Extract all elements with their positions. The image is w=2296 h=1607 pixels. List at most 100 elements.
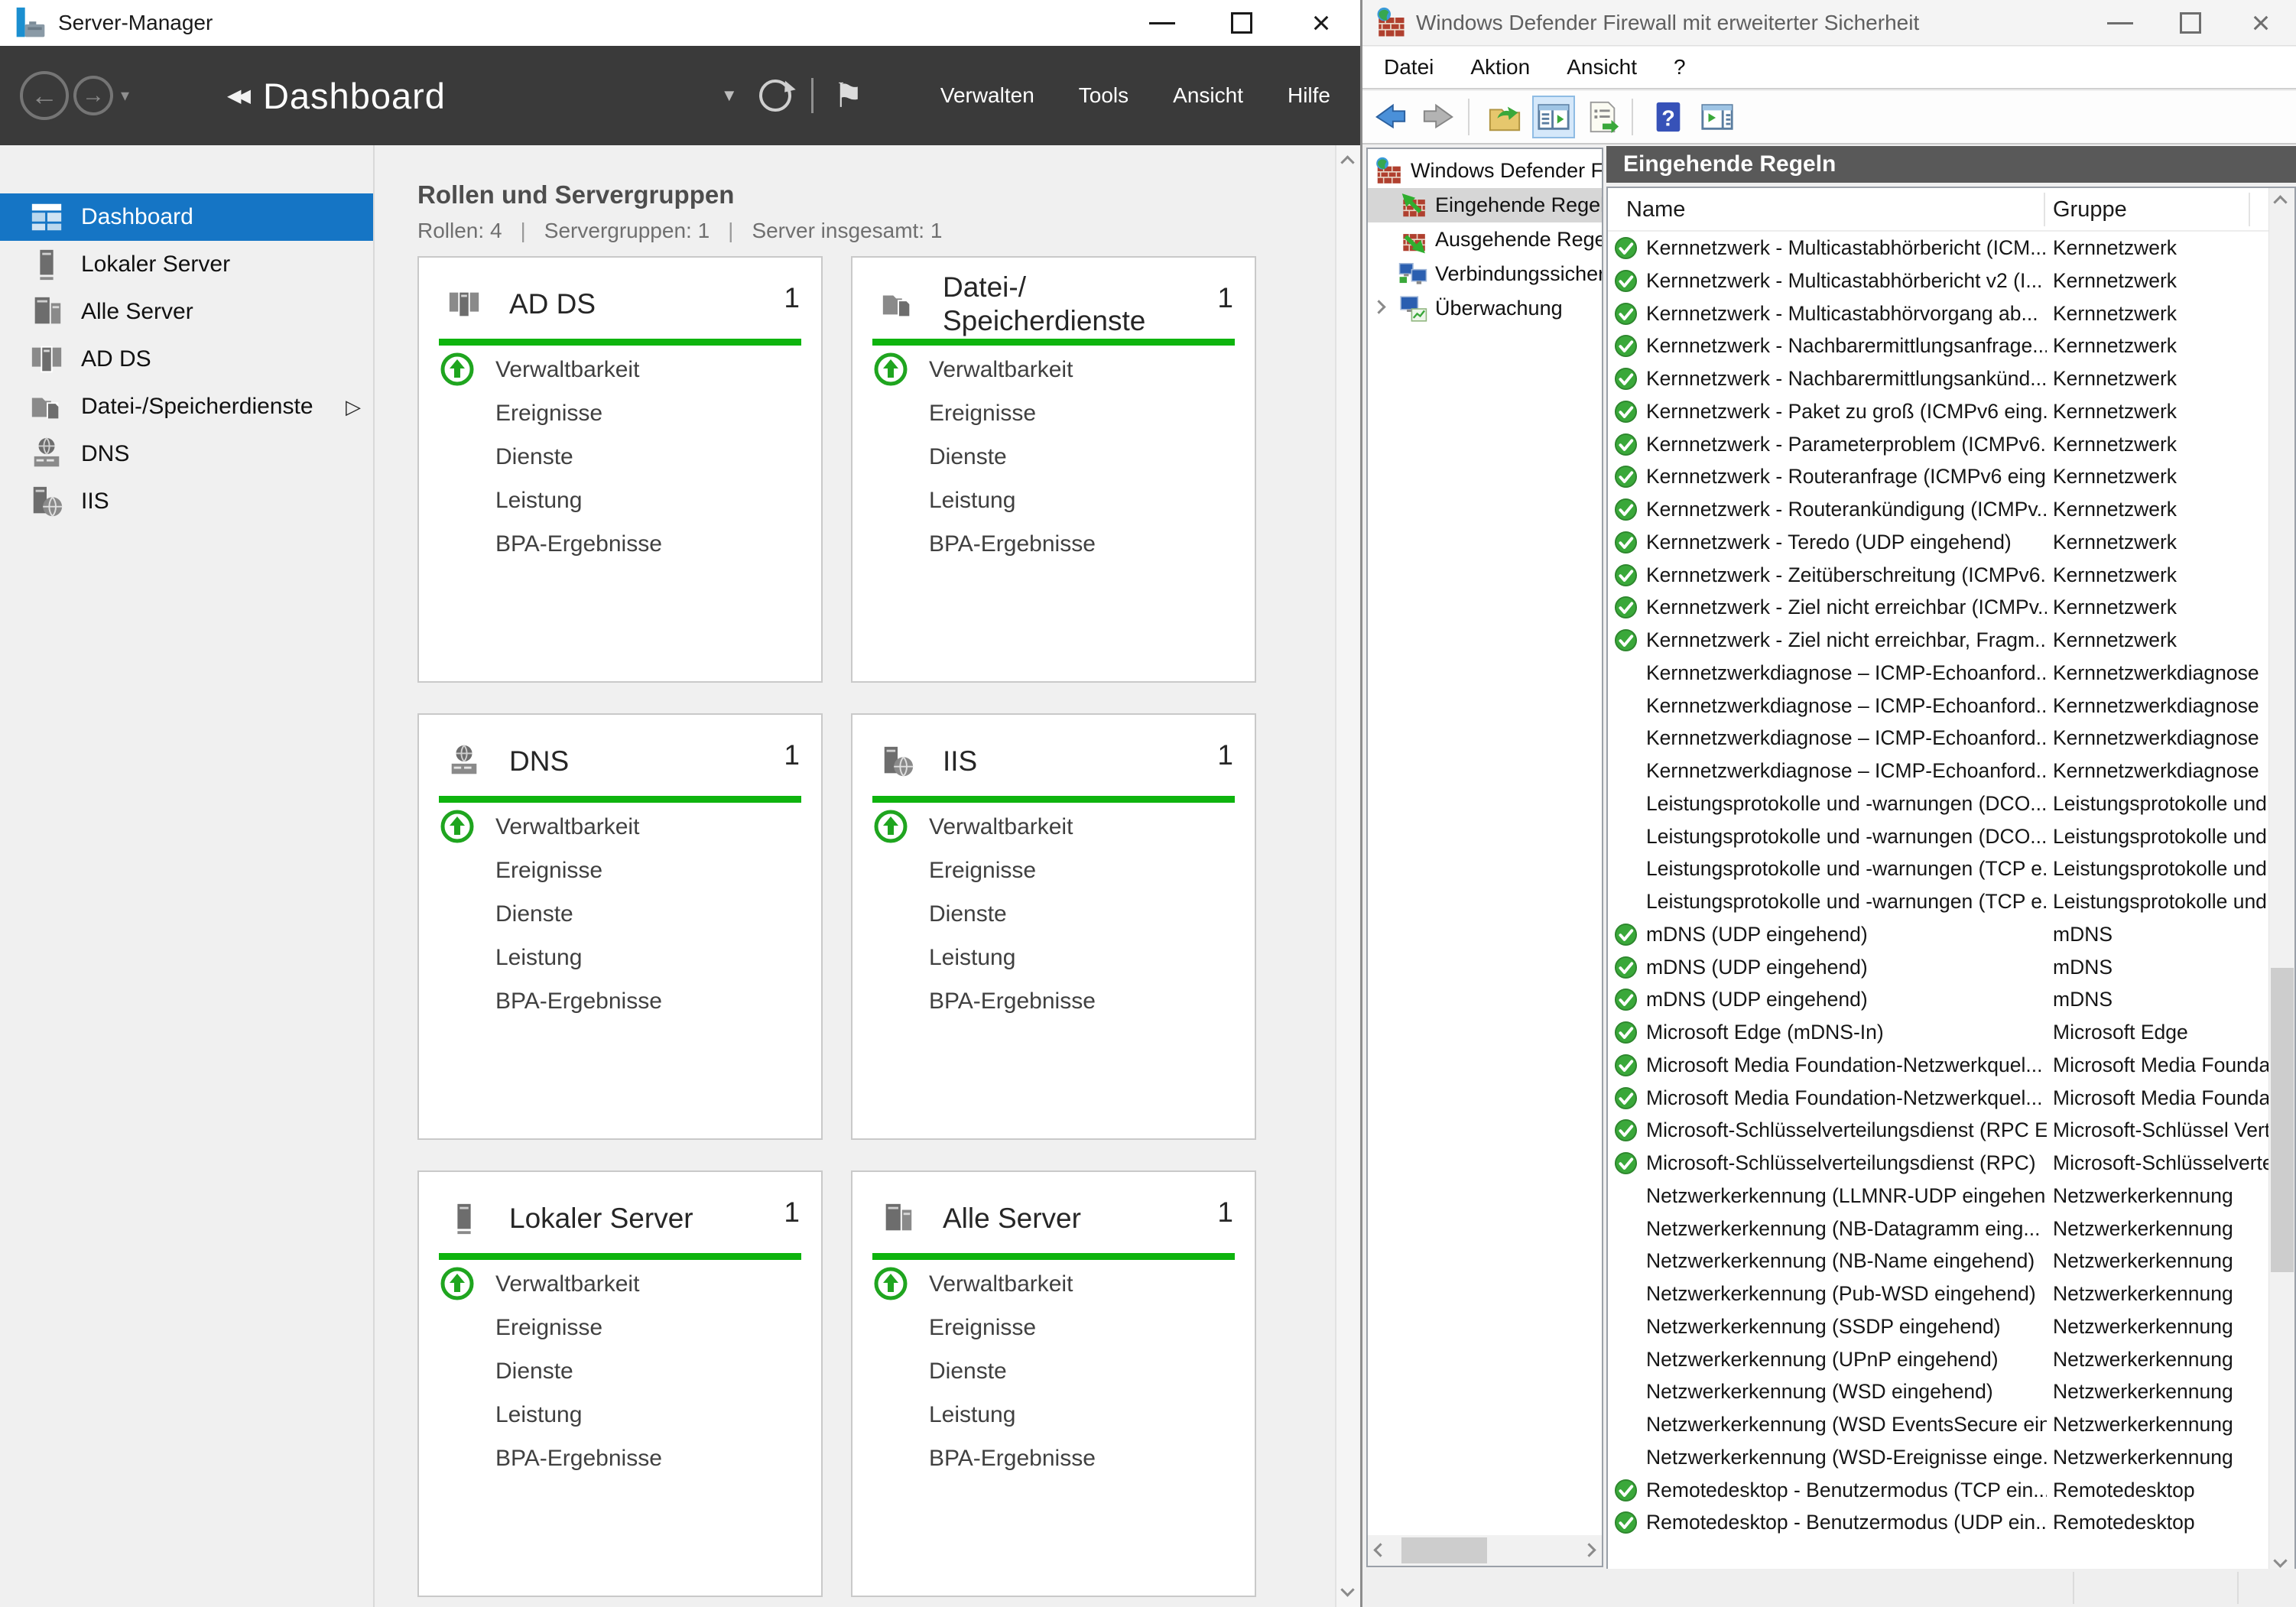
maximize-icon[interactable] [1202,0,1281,46]
rule-row[interactable]: Leistungsprotokolle und -warnungen (DCO.… [1608,820,2268,853]
maximize-icon[interactable] [2155,0,2226,46]
toolbar-forward-button[interactable] [1418,96,1460,138]
scroll-down-icon[interactable] [2273,1553,2287,1567]
notifications-flag-icon[interactable]: ⚑ [833,76,863,115]
sidebar-item-dashboard[interactable]: Dashboard [0,193,373,241]
scroll-up-icon[interactable] [1340,155,1354,169]
tile-link-ereignisse[interactable]: Ereignisse [419,849,821,892]
tree-node-überwachung[interactable]: Überwachung [1368,291,1602,326]
toolbar-help-button[interactable]: ? [1647,96,1690,138]
scroll-right-icon[interactable] [1582,1543,1596,1557]
tile-link-dienste[interactable]: Dienste [852,1349,1255,1393]
back-button[interactable]: ← [20,71,69,120]
rule-row[interactable]: Leistungsprotokolle und -warnungen (TCP … [1608,885,2268,918]
tile-link-bpa-ergebnisse[interactable]: BPA-Ergebnisse [419,979,821,1023]
sidebar-item-iis[interactable]: IIS [0,478,373,525]
refresh-icon[interactable] [759,80,791,112]
column-divider[interactable] [2044,193,2045,226]
rule-row[interactable]: Remotedesktop - Benutzermodus (UDP ein..… [1608,1506,2268,1539]
tile-link-bpa-ergebnisse[interactable]: BPA-Ergebnisse [419,522,821,566]
rule-row[interactable]: Microsoft Edge (mDNS-In)Microsoft Edge [1608,1016,2268,1049]
rule-row[interactable]: Kernnetzwerkdiagnose – ICMP-Echoanford..… [1608,722,2268,755]
tree-node-verbindungssicherheitsregeln[interactable]: Verbindungssicherheitsregeln [1368,257,1602,291]
rule-row[interactable]: Leistungsprotokolle und -warnungen (TCP … [1608,852,2268,885]
sidebar-item-lokaler-server[interactable]: Lokaler Server [0,241,373,288]
rule-row[interactable]: Netzwerkerkennung (NB-Name eingehend)Net… [1608,1245,2268,1277]
rule-row[interactable]: Leistungsprotokolle und -warnungen (DCO.… [1608,787,2268,820]
tile-link-leistung[interactable]: Leistung [852,479,1255,522]
toolbar-console-tree-button[interactable] [1532,96,1575,138]
menu-datei[interactable]: Datei [1362,55,1452,80]
menu-ansicht[interactable]: Ansicht [1173,83,1243,108]
scrollbar-thumb[interactable] [2271,968,2294,1272]
rule-row[interactable]: Kernnetzwerk - Parameterproblem (ICMPv6.… [1608,428,2268,461]
tile-link-verwaltbarkeit[interactable]: Verwaltbarkeit [419,348,821,391]
tile-link-verwaltbarkeit[interactable]: Verwaltbarkeit [852,348,1255,391]
tile-link-verwaltbarkeit[interactable]: Verwaltbarkeit [419,805,821,849]
tile-link-dienste[interactable]: Dienste [852,892,1255,936]
rule-row[interactable]: Kernnetzwerk - Paket zu groß (ICMPv6 ein… [1608,395,2268,428]
tile-link-dienste[interactable]: Dienste [419,892,821,936]
rule-row[interactable]: Kernnetzwerk - Nachbarermittlungsanfrage… [1608,330,2268,362]
menu-hilfe[interactable]: Hilfe [1288,83,1330,108]
tile-link-dienste[interactable]: Dienste [852,435,1255,479]
sidebar-item-ad-ds[interactable]: AD DS [0,336,373,383]
rule-row[interactable]: Kernnetzwerkdiagnose – ICMP-Echoanford..… [1608,690,2268,722]
history-dropdown-icon[interactable]: ▾ [121,86,129,106]
tile-link-verwaltbarkeit[interactable]: Verwaltbarkeit [852,805,1255,849]
rule-row[interactable]: Kernnetzwerk - Multicastabhörbericht (IC… [1608,232,2268,265]
rule-row[interactable]: Netzwerkerkennung (WSD eingehend)Netzwer… [1608,1375,2268,1408]
rule-row[interactable]: Microsoft-Schlüsselverteilungsdienst (RP… [1608,1147,2268,1180]
minimize-icon[interactable] [2085,0,2155,46]
rule-row[interactable]: Kernnetzwerk - Routerankündigung (ICMPv.… [1608,493,2268,526]
rule-row[interactable]: Kernnetzwerkdiagnose – ICMP-Echoanford..… [1608,657,2268,690]
rule-row[interactable]: mDNS (UDP eingehend)mDNS [1608,918,2268,951]
tile-link-dienste[interactable]: Dienste [419,435,821,479]
rule-row[interactable]: Microsoft-Schlüsselverteilungsdienst (RP… [1608,1114,2268,1147]
column-divider[interactable] [2249,193,2250,226]
forward-button[interactable]: → [73,76,113,115]
rule-row[interactable]: Kernnetzwerk - Ziel nicht erreichbar (IC… [1608,591,2268,624]
tile-link-ereignisse[interactable]: Ereignisse [419,391,821,435]
rule-row[interactable]: Kernnetzwerk - Multicastabhörvorgang ab.… [1608,297,2268,330]
rule-row[interactable]: Kernnetzwerk - Teredo (UDP eingehend)Ker… [1608,526,2268,559]
tile-link-leistung[interactable]: Leistung [852,936,1255,979]
rule-row[interactable]: Netzwerkerkennung (LLMNR-UDP eingehen...… [1608,1180,2268,1213]
menu-ansicht[interactable]: Ansicht [1548,55,1655,80]
tile-link-ereignisse[interactable]: Ereignisse [852,1306,1255,1349]
rule-row[interactable]: Kernnetzwerk - Ziel nicht erreichbar, Fr… [1608,624,2268,657]
tile-link-bpa-ergebnisse[interactable]: BPA-Ergebnisse [852,522,1255,566]
toolbar-export-list-button[interactable] [1581,96,1624,138]
tile-link-verwaltbarkeit[interactable]: Verwaltbarkeit [852,1262,1255,1306]
column-header-name[interactable]: Name [1626,188,1685,232]
tile-link-ereignisse[interactable]: Ereignisse [852,849,1255,892]
tile-link-leistung[interactable]: Leistung [419,936,821,979]
tile-link-ereignisse[interactable]: Ereignisse [419,1306,821,1349]
toolbar-export-button[interactable] [1483,96,1526,138]
tile-link-bpa-ergebnisse[interactable]: BPA-Ergebnisse [852,979,1255,1023]
rule-row[interactable]: mDNS (UDP eingehend)mDNS [1608,951,2268,984]
tree-node-eingehende-regeln[interactable]: Eingehende Regeln [1368,188,1602,222]
menu-help[interactable]: ? [1655,55,1704,80]
rule-row[interactable]: mDNS (UDP eingehend)mDNS [1608,983,2268,1016]
column-header-gruppe[interactable]: Gruppe [2053,188,2127,232]
rule-row[interactable]: Kernnetzwerk - Zeitüberschreitung (ICMPv… [1608,559,2268,592]
sidebar-item-dns[interactable]: DNS [0,430,373,478]
breadcrumb-dropdown-icon[interactable]: ▼ [721,86,738,106]
tile-link-ereignisse[interactable]: Ereignisse [852,391,1255,435]
rule-row[interactable]: Netzwerkerkennung (SSDP eingehend)Netzwe… [1608,1310,2268,1343]
expander-icon[interactable] [1372,300,1385,313]
tile-link-bpa-ergebnisse[interactable]: BPA-Ergebnisse [419,1437,821,1480]
close-icon[interactable]: × [1281,0,1361,46]
rule-row[interactable]: Netzwerkerkennung (WSD-Ereignisse einge.… [1608,1441,2268,1474]
scroll-up-icon[interactable] [2273,195,2287,209]
rule-row[interactable]: Microsoft Media Foundation-Netzwerkquel.… [1608,1049,2268,1082]
tile-link-bpa-ergebnisse[interactable]: BPA-Ergebnisse [852,1437,1255,1480]
tree-root-firewall[interactable]: Windows Defender Firewall mit erweiterte… [1368,154,1602,188]
scroll-down-icon[interactable] [1340,1583,1354,1596]
rule-row[interactable]: Kernnetzwerk - Nachbarermittlungsankünd.… [1608,362,2268,395]
rule-row[interactable]: Kernnetzwerk - Routeranfrage (ICMPv6 ein… [1608,460,2268,493]
toolbar-action-pane-button[interactable] [1696,96,1739,138]
sidebar-item-datei-speicherdienste[interactable]: Datei-/Speicherdienste▷ [0,383,373,430]
menu-tools[interactable]: Tools [1079,83,1129,108]
